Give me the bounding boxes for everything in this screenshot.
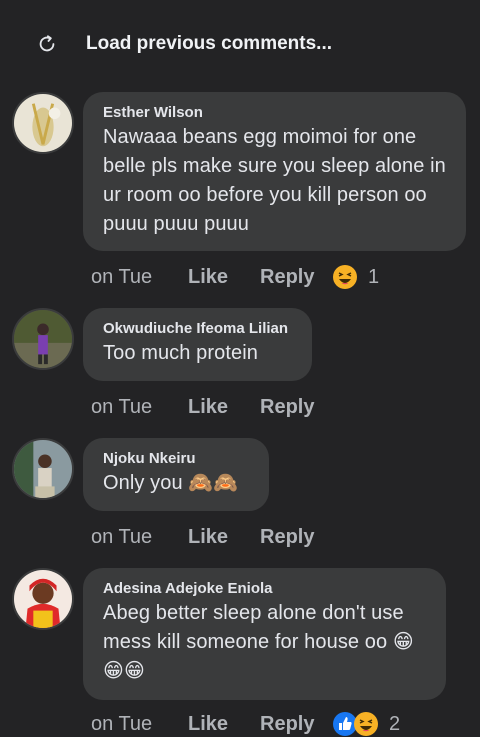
like-button[interactable]: Like	[188, 396, 260, 419]
reply-button[interactable]: Reply	[260, 396, 332, 419]
load-previous-label: Load previous comments...	[86, 33, 332, 54]
comment-time[interactable]: on Tue	[91, 396, 188, 419]
comment-time[interactable]: on Tue	[91, 266, 188, 289]
comment-author[interactable]: Esther Wilson	[103, 104, 446, 121]
avatar[interactable]	[12, 308, 74, 370]
avatar[interactable]	[12, 438, 74, 500]
refresh-icon	[39, 35, 55, 52]
reaction-count: 1	[368, 265, 380, 288]
comment-time[interactable]: on Tue	[91, 526, 188, 549]
comment-author[interactable]: Njoku Nkeiru	[103, 450, 249, 467]
comment-actions: on Tue Like Reply 2	[91, 711, 400, 737]
comment-author[interactable]: Okwudiuche Ifeoma Lilian	[103, 320, 292, 337]
haha-icon	[333, 265, 357, 289]
reply-button[interactable]: Reply	[260, 266, 332, 289]
reaction-summary[interactable]: 1	[332, 264, 379, 290]
comment-actions: on Tue Like Reply 1	[91, 264, 379, 290]
comment-author[interactable]: Adesina Adejoke Eniola	[103, 580, 426, 597]
comment-bubble: Njoku Nkeiru Only you 🙈🙈	[83, 438, 269, 511]
reply-button[interactable]: Reply	[260, 713, 332, 736]
haha-icon	[354, 712, 378, 736]
comment-bubble: Adesina Adejoke Eniola Abeg better sleep…	[83, 568, 446, 700]
comment-actions: on Tue Like Reply	[91, 524, 332, 550]
comment-bubble: Esther Wilson Nawaaa beans egg moimoi fo…	[83, 92, 466, 251]
comment-bubble: Okwudiuche Ifeoma Lilian Too much protei…	[83, 308, 312, 381]
comment-text: Abeg better sleep alone don't use mess k…	[103, 602, 414, 682]
like-button[interactable]: Like	[188, 266, 260, 289]
comment-time[interactable]: on Tue	[91, 713, 188, 736]
comment-text: Nawaaa beans egg moimoi for one belle pl…	[103, 126, 446, 235]
reaction-count: 2	[389, 712, 401, 735]
reaction-summary[interactable]: 2	[332, 711, 400, 737]
comment-text: Only you 🙈🙈	[103, 472, 239, 494]
avatar[interactable]	[12, 568, 74, 630]
comment-actions: on Tue Like Reply	[91, 394, 332, 420]
like-button[interactable]: Like	[188, 713, 260, 736]
reply-button[interactable]: Reply	[260, 526, 332, 549]
comment-text: Too much protein	[103, 342, 259, 364]
avatar[interactable]	[12, 92, 74, 154]
load-previous-comments-button[interactable]: Load previous comments...	[36, 30, 332, 58]
like-button[interactable]: Like	[188, 526, 260, 549]
